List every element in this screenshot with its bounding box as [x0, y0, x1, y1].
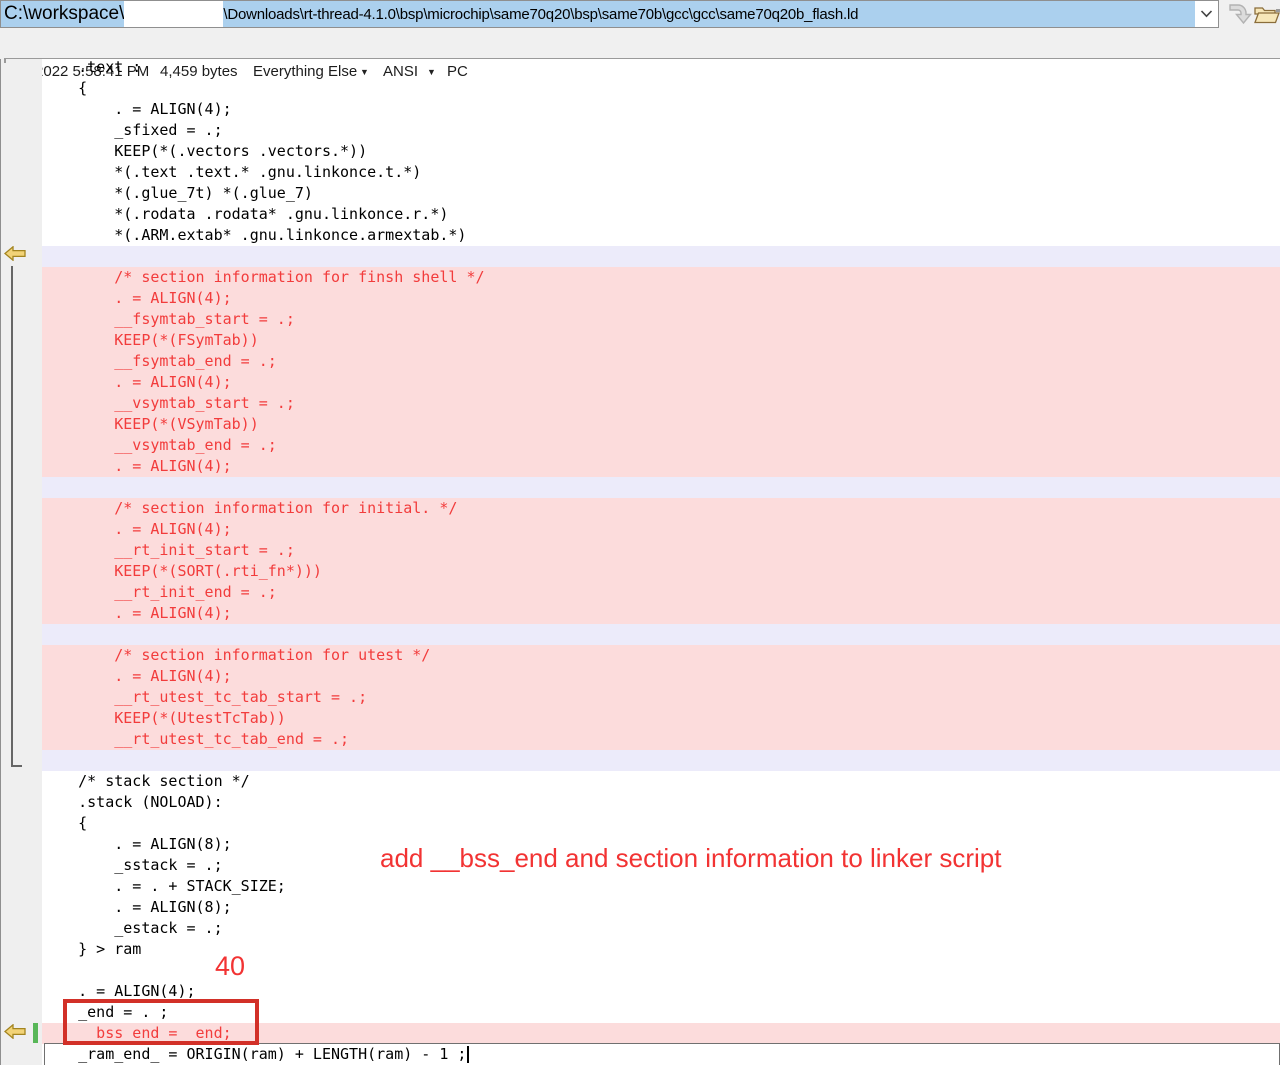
code-line[interactable]: __fsymtab_start = .; — [42, 309, 1280, 330]
code-line[interactable]: __rt_utest_tc_tab_end = .; — [42, 729, 1280, 750]
code-line[interactable]: *(.text .text.* .gnu.linkonce.t.*) — [42, 162, 1280, 183]
open-folder-icon — [1253, 2, 1280, 27]
code-line[interactable] — [42, 750, 1280, 771]
path-combobox[interactable]: C:\workspace\ \Downloads\rt-thread-4.1.0… — [0, 0, 1219, 28]
text-cursor — [467, 1046, 469, 1063]
code-line[interactable]: . = ALIGN(4); — [42, 519, 1280, 540]
code-line[interactable]: __rt_utest_tc_tab_start = .; — [42, 687, 1280, 708]
code-line[interactable]: __fsymtab_end = .; — [42, 351, 1280, 372]
code-line[interactable]: *(.rodata .rodata* .gnu.linkonce.r.*) — [42, 204, 1280, 225]
jump-back-arrow-icon — [4, 1024, 26, 1039]
code-line[interactable]: _estack = .; — [42, 918, 1280, 939]
code-line[interactable]: .text : — [42, 57, 1280, 78]
code-line[interactable]: __rt_init_end = .; — [42, 582, 1280, 603]
code-line[interactable]: . = ALIGN(4); — [42, 99, 1280, 120]
code-line[interactable]: KEEP(*(FSymTab)) — [42, 330, 1280, 351]
code-line[interactable]: _sfixed = .; — [42, 120, 1280, 141]
path-dropdown-button[interactable] — [1197, 4, 1215, 24]
code-line[interactable]: { — [42, 813, 1280, 834]
code-line[interactable]: .stack (NOLOAD): — [42, 792, 1280, 813]
jump-back-arrow-icon — [4, 246, 26, 261]
follow-file-button — [1226, 2, 1253, 27]
selection-fill — [858, 1, 1195, 27]
code-line[interactable]: KEEP(*(VSymTab)) — [42, 414, 1280, 435]
path-text-prefix: C:\workspace\ — [1, 1, 124, 27]
browse-files-button[interactable] — [1253, 2, 1280, 28]
code-line[interactable]: /* stack section */ — [42, 771, 1280, 792]
code-line[interactable]: KEEP(*(UtestTcTab)) — [42, 708, 1280, 729]
chevron-down-icon — [1200, 10, 1213, 18]
code-line[interactable]: /* section information for utest */ — [42, 645, 1280, 666]
code-line[interactable]: *(.glue_7t) *(.glue_7) — [42, 183, 1280, 204]
gutter — [0, 59, 42, 1065]
change-marker — [33, 1023, 38, 1043]
code-line[interactable]: KEEP(*(.vectors .vectors.*)) — [42, 141, 1280, 162]
code-line[interactable]: KEEP(*(SORT(.rti_fn*))) — [42, 561, 1280, 582]
code-line[interactable]: . = ALIGN(8); — [42, 897, 1280, 918]
code-line[interactable]: . = ALIGN(4); — [42, 456, 1280, 477]
code-line[interactable]: . = ALIGN(4); — [42, 666, 1280, 687]
code-line[interactable]: __vsymtab_start = .; — [42, 393, 1280, 414]
code-line[interactable]: __rt_init_start = .; — [42, 540, 1280, 561]
annotation-number: 40 — [215, 951, 245, 982]
window-left-border — [0, 59, 1, 1065]
current-line-box — [44, 1043, 1280, 1065]
code-line[interactable]: __vsymtab_end = .; — [42, 435, 1280, 456]
code-line[interactable]: { — [42, 78, 1280, 99]
diff-bracket-foot — [11, 765, 22, 767]
status-bar: 4/3/2022 5:58:41 PM 4,459 bytes Everythi… — [0, 28, 1280, 58]
editpad-window: C:\workspace\ \Downloads\rt-thread-4.1.0… — [0, 0, 1280, 1065]
code-line[interactable]: *(.ARM.extab* .gnu.linkonce.armextab.*) — [42, 225, 1280, 246]
path-toolbar: C:\workspace\ \Downloads\rt-thread-4.1.0… — [0, 0, 1280, 59]
cutoff-toolbar-fragment — [1276, 9, 1280, 12]
code-line[interactable]: . = ALIGN(4); — [42, 603, 1280, 624]
diff-bracket-line — [11, 266, 13, 767]
toolbar-separator — [4, 58, 1280, 59]
path-text-suffix: \Downloads\rt-thread-4.1.0\bsp\microchip… — [223, 1, 858, 27]
code-line[interactable]: /* section information for finsh shell *… — [42, 267, 1280, 288]
code-line[interactable]: . = ALIGN(4); — [42, 372, 1280, 393]
code-line[interactable]: . = ALIGN(4); — [42, 288, 1280, 309]
code-line[interactable] — [42, 477, 1280, 498]
annotation-note: add __bss_end and section information to… — [380, 843, 1001, 874]
code-line[interactable] — [42, 246, 1280, 267]
curved-arrow-icon — [1227, 2, 1253, 26]
toolbar-separator-notch — [4, 58, 6, 63]
code-lines[interactable]: .text : { . = ALIGN(4); _sfixed = .; KEE… — [42, 57, 1280, 1065]
code-line[interactable] — [42, 624, 1280, 645]
annotation-highlight-box — [63, 999, 259, 1045]
redacted-path-segment — [124, 1, 223, 27]
code-line[interactable]: /* section information for initial. */ — [42, 498, 1280, 519]
code-line[interactable]: . = . + STACK_SIZE; — [42, 876, 1280, 897]
